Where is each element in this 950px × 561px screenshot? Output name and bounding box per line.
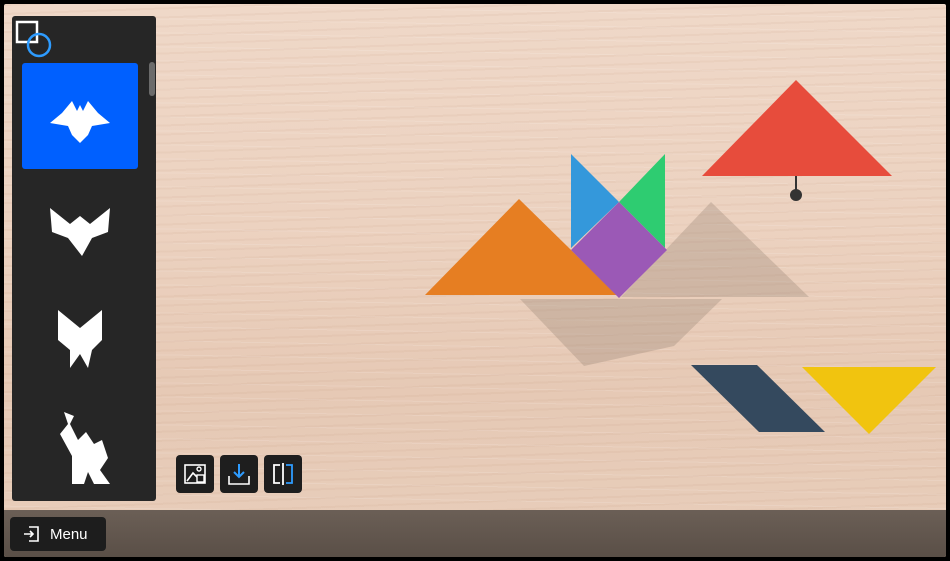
red-large-triangle[interactable] bbox=[702, 80, 892, 176]
camel-shape-icon bbox=[60, 412, 110, 484]
image-edit-icon bbox=[184, 464, 206, 484]
shape-item-bird[interactable] bbox=[22, 176, 138, 282]
sidebar-scrollbar[interactable] bbox=[149, 62, 155, 96]
shape-sidebar bbox=[12, 16, 156, 501]
navy-parallelogram[interactable] bbox=[691, 365, 825, 432]
yellow-medium-triangle[interactable] bbox=[802, 367, 936, 434]
menu-button[interactable]: Menu bbox=[10, 517, 106, 551]
tool-buttons bbox=[176, 455, 302, 493]
tangram-logo-icon[interactable] bbox=[14, 18, 56, 60]
bottom-bar: Menu bbox=[4, 510, 946, 557]
split-view-icon bbox=[273, 463, 293, 485]
exit-icon bbox=[24, 526, 39, 542]
game-board: Menu bbox=[4, 4, 946, 557]
shape-item-fox[interactable] bbox=[22, 288, 138, 394]
bat-shape-icon bbox=[50, 101, 110, 143]
shape-item-bat[interactable] bbox=[22, 63, 138, 169]
silhouette-lower-part bbox=[520, 299, 722, 366]
shape-item-camel[interactable] bbox=[22, 402, 138, 501]
fox-shape-icon bbox=[58, 310, 102, 368]
split-view-button[interactable] bbox=[264, 455, 302, 493]
image-edit-button[interactable] bbox=[176, 455, 214, 493]
download-icon bbox=[228, 464, 250, 485]
rotation-handle[interactable] bbox=[790, 176, 802, 201]
menu-label: Menu bbox=[50, 525, 88, 543]
bird-shape-icon bbox=[50, 208, 110, 256]
download-button[interactable] bbox=[220, 455, 258, 493]
